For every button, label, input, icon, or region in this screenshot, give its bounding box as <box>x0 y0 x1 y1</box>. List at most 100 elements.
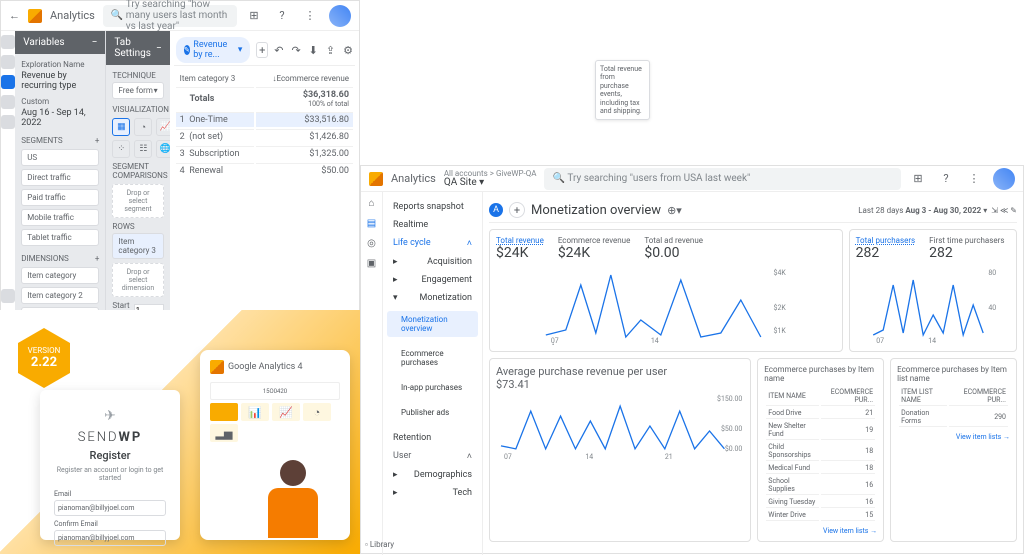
mini-bar-icon <box>210 403 238 421</box>
ga4-reports-window: Analytics All accounts > GiveWP-QA QA Si… <box>360 165 1024 554</box>
add-dimension-icon[interactable]: + <box>95 254 100 263</box>
email-input[interactable]: pianoman@billyjoel.com <box>54 500 166 516</box>
sidebar-item-tech[interactable]: ▸ Tech <box>387 484 478 502</box>
svg-text:14: 14 <box>928 337 936 345</box>
view-items-link[interactable]: View item lists → <box>764 527 877 535</box>
sidebar-item-snapshot[interactable]: Reports snapshot <box>387 198 478 216</box>
edit-icon: ✎ <box>184 45 191 55</box>
settings-icon[interactable]: ⚙ <box>343 44 353 57</box>
svg-text:14: 14 <box>651 337 659 345</box>
nav-advertising-icon[interactable]: ▣ <box>365 256 379 270</box>
search-input[interactable]: 🔍 Try searching "users from USA last wee… <box>544 168 901 190</box>
svg-text:$50.00: $50.00 <box>721 425 742 433</box>
sidebar-item-monetization-overview[interactable]: Monetization overview <box>387 311 478 337</box>
viz-bar-icon[interactable]: ☷ <box>134 140 152 158</box>
dimension-chip[interactable]: Item category <box>21 267 99 284</box>
assistant-icon[interactable]: A <box>489 203 503 217</box>
sidebar-item-demographics[interactable]: ▸ Demographics <box>387 466 478 484</box>
nav-reports-icon[interactable]: ▤ <box>365 216 379 230</box>
add-segment-icon[interactable]: + <box>95 136 100 145</box>
exploration-tab[interactable]: ✎Revenue by re...▾ <box>176 37 251 63</box>
avatar[interactable] <box>993 168 1015 190</box>
svg-text:21: 21 <box>665 453 673 461</box>
sidebar-item-engagement[interactable]: ▸ Engagement <box>387 271 478 289</box>
version-badge: VERSION 2.22 <box>18 328 70 388</box>
segment-chip[interactable]: Tablet traffic <box>21 229 99 246</box>
rows-chip[interactable]: Item category 3 <box>112 233 163 259</box>
svg-text:$1K: $1K <box>774 327 787 335</box>
sidebar-item-inapp-purchases[interactable]: In-app purchases <box>387 379 478 396</box>
nav-home-icon[interactable] <box>1 35 15 49</box>
sidebar-item-library[interactable]: ▫ Library <box>365 540 394 549</box>
viz-table-icon[interactable]: ▦ <box>112 118 130 136</box>
primary-nav: ⌂ ▤ ◎ ▣ <box>361 192 383 555</box>
exploration-canvas: ✎Revenue by re...▾ + ↶ ↷ ⬇ ⇪ ⚙ Item cate… <box>170 31 359 311</box>
sidebar-cat-lifecycle[interactable]: Life cycle˄ <box>387 234 478 253</box>
viz-line-icon[interactable]: 📈 <box>156 118 169 136</box>
svg-text:$2K: $2K <box>774 304 787 312</box>
results-table: Item category 3↓Ecommerce revenue Totals… <box>174 70 355 180</box>
viz-geo-icon[interactable]: 🌐 <box>156 140 169 158</box>
rows-drop[interactable]: Drop or select dimension <box>112 263 163 297</box>
segment-chip[interactable]: Mobile traffic <box>21 209 99 226</box>
download-icon[interactable]: ⬇ <box>309 44 318 57</box>
apps-icon[interactable]: ⊞ <box>909 170 927 188</box>
chevron-up-icon: ˄ <box>467 451 472 462</box>
nav-settings-icon[interactable] <box>1 289 15 303</box>
add-tab-button[interactable]: + <box>256 42 268 58</box>
back-icon[interactable]: ← <box>9 9 20 22</box>
segment-drop[interactable]: Drop or select segment <box>112 184 163 218</box>
viz-donut-icon[interactable]: ◔ <box>134 118 152 136</box>
nav-configure-icon[interactable] <box>1 115 15 129</box>
collapse-icon[interactable]: − <box>156 43 162 54</box>
nav-advertising-icon[interactable] <box>1 95 15 109</box>
avatar[interactable] <box>329 5 351 27</box>
add-comparison-button[interactable]: + <box>509 202 525 218</box>
svg-text:$0.00: $0.00 <box>725 445 743 453</box>
promo-area: VERSION 2.22 ✈ SENDWP Register Register … <box>0 310 360 554</box>
nav-home-icon[interactable]: ⌂ <box>365 196 379 210</box>
share-icon[interactable]: ⇪ <box>326 44 335 57</box>
technique-select[interactable]: Free form▾ <box>112 82 163 99</box>
nav-reports-icon[interactable] <box>1 55 15 69</box>
svg-text:$4K: $4K <box>774 269 787 277</box>
sidebar-item-publisher-ads[interactable]: Publisher ads <box>387 404 478 421</box>
ga-logo-icon <box>369 172 383 186</box>
sidebar-item-acquisition[interactable]: ▸ Acquisition <box>387 253 478 271</box>
segment-chip[interactable]: Direct traffic <box>21 169 99 186</box>
view-item-lists-link[interactable]: View item lists → <box>897 433 1010 441</box>
sidebar-item-ecommerce-purchases[interactable]: Ecommerce purchases <box>387 345 478 371</box>
nav-explore-icon[interactable]: ◎ <box>365 236 379 250</box>
nav-explore-icon[interactable] <box>1 75 15 89</box>
revenue-card: Total revenue$24K Ecommerce revenue$24K … <box>489 229 843 352</box>
ga-logo-icon <box>210 360 224 374</box>
segment-chip[interactable]: Paid traffic <box>21 189 99 206</box>
sidebar-item-monetization[interactable]: ▾ Monetization <box>387 289 478 307</box>
more-icon[interactable]: ⋮ <box>965 170 983 188</box>
undo-icon[interactable]: ↶ <box>274 44 283 57</box>
left-nav <box>1 31 15 311</box>
apps-icon[interactable]: ⊞ <box>245 7 263 25</box>
collapse-icon[interactable]: − <box>92 37 98 48</box>
viz-scatter-icon[interactable]: ⁘ <box>112 140 130 158</box>
account-picker[interactable]: All accounts > GiveWP-QA QA Site ▾ <box>444 170 537 188</box>
dimension-chip[interactable]: Item category 2 <box>21 287 99 304</box>
sidebar-item-retention[interactable]: Retention <box>387 429 478 447</box>
search-input[interactable]: 🔍 Try searching "how many users last mon… <box>103 5 237 27</box>
sidebar-item-realtime[interactable]: Realtime <box>387 216 478 234</box>
segment-chip[interactable]: US <box>21 149 99 166</box>
help-icon[interactable]: ? <box>273 7 291 25</box>
svg-text:07: 07 <box>876 337 884 345</box>
customize-icon[interactable]: ⊕▾ <box>667 204 682 217</box>
sidebar-cat-user[interactable]: User˄ <box>387 447 478 466</box>
date-range-input[interactable]: Aug 16 - Sep 14, 2022 <box>21 108 99 128</box>
help-icon[interactable]: ? <box>937 170 955 188</box>
svg-text:Aug: Aug <box>551 343 563 345</box>
brand: Analytics <box>391 172 436 185</box>
redo-icon[interactable]: ↷ <box>291 44 300 57</box>
date-range-picker[interactable]: Last 28 days Aug 3 - Aug 30, 2022 ▾ ⇲ ≪ … <box>858 206 1017 215</box>
confirm-email-input[interactable]: pianoman@billyjoel.com <box>54 530 166 546</box>
exploration-name-input[interactable]: Revenue by recurring type <box>21 71 99 91</box>
more-icon[interactable]: ⋮ <box>301 7 319 25</box>
svg-text:14: 14 <box>585 453 593 461</box>
